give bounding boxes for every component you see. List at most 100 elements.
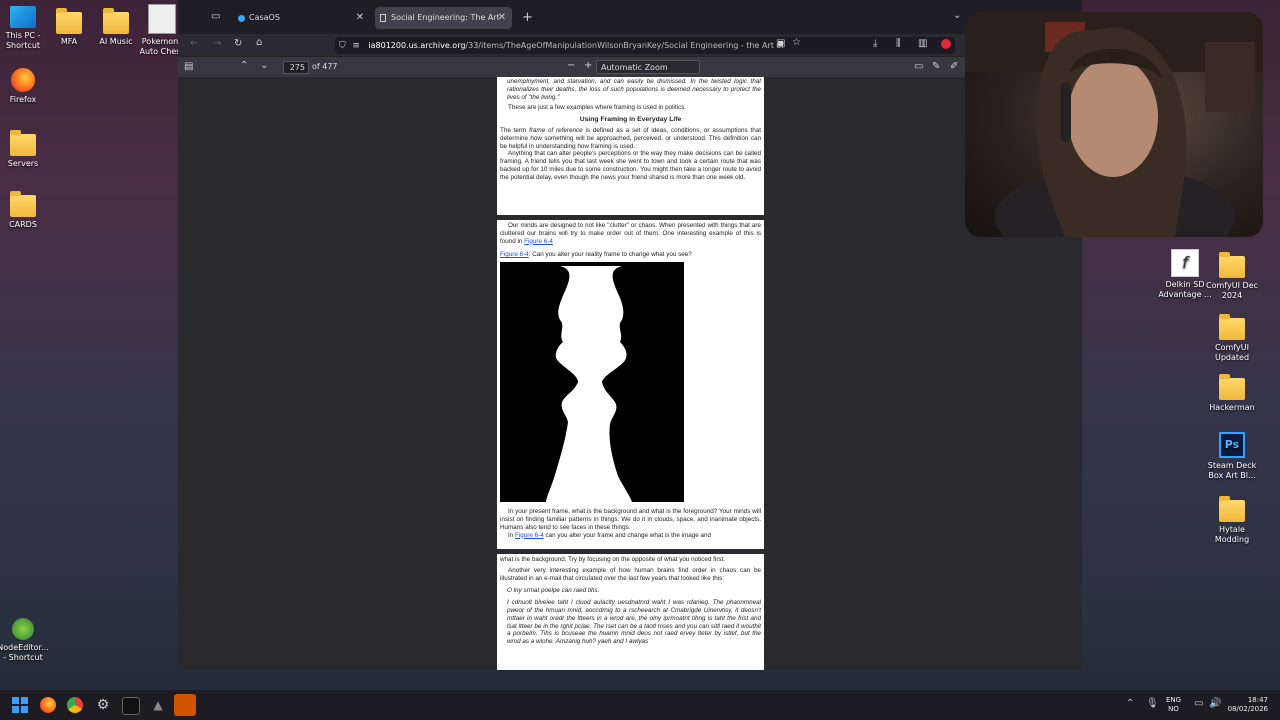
back-icon[interactable]: ← (190, 38, 198, 49)
desktop-icon-steam-deck[interactable]: Ps Steam Deck Box Art Bl... (1200, 432, 1264, 481)
download-icon[interactable]: ⤓ (873, 38, 877, 49)
shield-icon: ⛉ (339, 41, 346, 51)
pdf-text: These are just a few examples where fram… (508, 104, 687, 112)
folder-icon (103, 8, 129, 34)
clock-date: 08/02/2026 (1227, 705, 1268, 713)
pdf-page: unemployment, and starvation, and can ea… (497, 77, 764, 215)
folder-icon (56, 8, 82, 34)
browser-window: ▭ CasaOS ✕ Social Engineering: The Art o… (178, 0, 1082, 670)
app-icon (148, 4, 176, 34)
windows-start-icon[interactable] (12, 697, 28, 713)
desktop-icon-hackerman[interactable]: Hackerman (1200, 374, 1264, 413)
settings-gear-icon[interactable]: ⚙ (95, 697, 111, 713)
firefox-icon (11, 68, 35, 92)
desktop-icon-comfyui-dec[interactable]: ComfyUI Dec 2024 (1200, 252, 1264, 301)
reader-view-icon[interactable]: ▣ (776, 38, 785, 49)
app-taskbar-icon[interactable]: ▲ (150, 697, 166, 713)
folder-icon (10, 130, 36, 156)
library-icon[interactable]: ⫼ (896, 38, 901, 49)
zoom-value: Automatic Zoom (601, 63, 668, 72)
folder-icon (1219, 496, 1245, 522)
firefox-taskbar-icon[interactable] (40, 697, 56, 713)
desktop-icon-comfyui-updated[interactable]: ComfyUI Updated (1200, 314, 1264, 363)
folder-icon (1219, 374, 1245, 400)
desktop-icon-servers[interactable]: Servers (0, 130, 55, 169)
desktop-icon-cards[interactable]: CARDS (0, 191, 55, 230)
vlc-taskbar-icon[interactable] (174, 694, 196, 716)
pdf-text: In your present frame, what is the backg… (500, 508, 761, 531)
url-domain: ia801200.us.archive.org (368, 41, 466, 50)
webcam-person-image (965, 12, 1263, 237)
desktop-icon-label: Servers (7, 159, 39, 168)
navigation-bar: ← → ↻ ⌂ ⛉ ≡ ia801200.us.archive.org/33/i… (178, 34, 1082, 56)
microphone-icon[interactable]: 🎙 (1146, 698, 1159, 709)
zoom-select[interactable]: Automatic Zoom (596, 60, 700, 74)
zoom-out-icon[interactable]: − (567, 60, 575, 71)
vase-faces-illusion-image (500, 262, 684, 503)
pdf-viewer[interactable]: unemployment, and starvation, and can ea… (178, 77, 1082, 670)
zoom-in-icon[interactable]: + (584, 60, 592, 71)
pdf-text: In Figure 6-4 can you alter your frame a… (508, 531, 712, 539)
tab-list-chevron-icon[interactable]: ⌄ (953, 10, 961, 21)
delkin-icon: f (1171, 249, 1199, 277)
bookmark-star-icon[interactable]: ☆ (792, 37, 801, 48)
desktop-icon-label: This PC - Shortcut (5, 31, 41, 50)
sidebar-icon[interactable]: ▤ (184, 61, 193, 72)
comment-icon[interactable]: ▭ (914, 61, 923, 72)
desktop-icon-nodeeditor[interactable]: NodeEditor... - Shortcut (0, 618, 55, 663)
desktop-icon-label: Hackerman (1209, 403, 1255, 412)
volume-icon[interactable]: 🔊 (1209, 698, 1221, 709)
pdf-text: Another very interesting example of how … (500, 566, 761, 582)
sidebar-toggle-icon[interactable]: ▥ (918, 38, 927, 49)
forward-icon[interactable]: → (213, 38, 221, 49)
photoshop-icon: Ps (1219, 432, 1245, 458)
tab-title: CasaOS (249, 13, 280, 22)
adblock-icon[interactable] (941, 39, 951, 49)
pdf-text: The term frame of reference is defined a… (500, 126, 761, 150)
desktop-icon-label: CARDS (9, 220, 37, 229)
url-path: /33/items/TheAgeOfManipulationWilsonBrya… (465, 41, 785, 50)
figure-link[interactable]: Figure 6-4 (500, 251, 529, 258)
terminal-taskbar-icon[interactable] (122, 697, 140, 715)
url-bar[interactable]: ⛉ ≡ ia801200.us.archive.org/33/items/The… (335, 37, 955, 54)
clock[interactable]: 18:47 08/02/2026 (1226, 696, 1268, 714)
language-indicator[interactable]: ENG NO (1166, 696, 1181, 714)
figure-link[interactable]: Figure 6-4 (524, 238, 553, 245)
language-label: ENG (1166, 696, 1182, 704)
reload-icon[interactable]: ↻ (234, 38, 242, 49)
node-icon (12, 618, 34, 640)
pdf-text: Anything that can alter people's percept… (500, 150, 761, 181)
desktop-icon-firefox[interactable]: Firefox (0, 68, 55, 105)
tab-casaos[interactable]: CasaOS ✕ (233, 7, 370, 29)
pdf-text: Our minds are designed to not like "clut… (500, 222, 761, 245)
close-icon[interactable]: ✕ (356, 7, 364, 29)
draw-icon[interactable]: ✐ (950, 61, 958, 72)
desktop-icon-label: ComfyUI Dec 2024 (1206, 281, 1258, 300)
folder-icon (1219, 252, 1245, 278)
desktop-icon-label: Steam Deck Box Art Bl... (1207, 461, 1257, 480)
desktop-icon-label: ComfyUI Updated (1214, 343, 1250, 362)
tab-overview-icon[interactable]: ▭ (211, 11, 220, 22)
page-number-input[interactable]: 275 (283, 61, 309, 74)
clock-time: 18:47 (1247, 696, 1268, 704)
document-favicon-icon (380, 14, 386, 22)
home-icon[interactable]: ⌂ (256, 37, 262, 48)
taskbar: ⚙ ▲ ⌃ 🎙 ENG NO ▭ 🔊 18:47 08/02/2026 (0, 690, 1280, 720)
casaos-favicon-icon (238, 15, 245, 22)
network-icon[interactable]: ▭ (1194, 698, 1203, 709)
pdf-page: what is the background. Try by focusing … (497, 554, 764, 670)
figure-link[interactable]: Figure 6-4 (515, 532, 544, 539)
tab-social-engineering[interactable]: Social Engineering: The Art of H ✕ (375, 7, 512, 29)
previous-page-icon[interactable]: ⌃ (240, 60, 248, 71)
highlight-icon[interactable]: ✎ (932, 61, 940, 72)
chrome-taskbar-icon[interactable] (67, 697, 83, 713)
tab-title: Social Engineering: The Art of H (391, 13, 499, 22)
pdf-quote: O lny srmat poelpe can raed tihs. (507, 587, 600, 595)
tray-chevron-icon[interactable]: ⌃ (1126, 698, 1134, 709)
next-page-icon[interactable]: ⌄ (260, 60, 268, 71)
new-tab-icon[interactable]: + (522, 10, 533, 25)
close-icon[interactable]: ✕ (498, 7, 506, 29)
desktop-icon-hytale[interactable]: Hytale Modding (1200, 496, 1264, 545)
pdf-heading: Using Framing in Everyday Life (579, 116, 682, 124)
pdf-toolbar: ▤ ⌃ ⌄ 275 of 477 − + Automatic Zoom ▭ ✎ … (178, 56, 1082, 78)
